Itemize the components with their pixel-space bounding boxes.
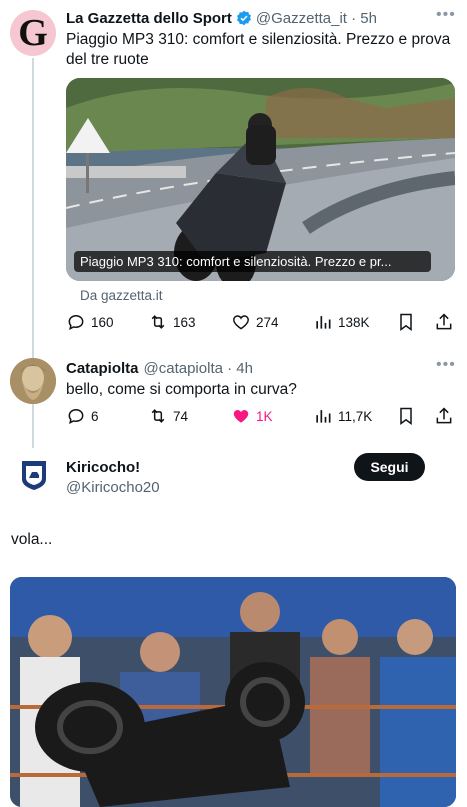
tweet-text: Piaggio MP3 310: comfort e silenziosità.… bbox=[66, 31, 451, 68]
catapiolta-avatar[interactable] bbox=[10, 358, 56, 404]
repost-button[interactable]: 163 bbox=[148, 310, 196, 334]
post-image bbox=[10, 577, 456, 807]
views-icon bbox=[316, 316, 331, 329]
repost-count: 163 bbox=[173, 314, 196, 330]
reply-count: 6 bbox=[91, 408, 99, 424]
repost-count: 74 bbox=[173, 408, 189, 424]
more-icon[interactable]: ••• bbox=[436, 6, 456, 24]
author-handle[interactable]: @Kiricocho20 bbox=[66, 479, 160, 496]
author-name[interactable]: Catapiolta bbox=[66, 360, 139, 377]
repost-icon bbox=[151, 409, 165, 423]
card-title: Piaggio MP3 310: comfort e silenziosità.… bbox=[74, 251, 431, 272]
views-count: 11,7K bbox=[338, 408, 373, 424]
reply-button[interactable]: 6 bbox=[66, 404, 99, 428]
bookmark-button[interactable] bbox=[396, 310, 416, 334]
gazzetta-avatar[interactable]: G bbox=[10, 10, 56, 56]
post-text: vola... bbox=[11, 531, 53, 548]
follow-button[interactable]: Segui bbox=[354, 453, 425, 481]
like-icon bbox=[233, 315, 249, 330]
repost-icon bbox=[151, 315, 165, 329]
views-icon bbox=[316, 410, 331, 423]
author-handle-time[interactable]: @catapiolta · 4h bbox=[144, 360, 253, 377]
tweet-text: bello, come si comporta in curva? bbox=[66, 381, 297, 398]
like-count: 1K bbox=[256, 408, 273, 424]
like-button[interactable]: 1K bbox=[231, 404, 273, 428]
author-name[interactable]: La Gazzetta dello Sport bbox=[66, 10, 232, 27]
like-button[interactable]: 274 bbox=[231, 310, 279, 334]
post-photo[interactable] bbox=[10, 577, 456, 807]
reply-icon bbox=[68, 314, 84, 331]
verified-badge-icon bbox=[236, 10, 252, 26]
reply-button[interactable]: 160 bbox=[66, 310, 114, 334]
share-icon bbox=[436, 313, 452, 330]
bookmark-icon bbox=[400, 313, 412, 331]
views-count: 138K bbox=[338, 314, 370, 330]
share-button[interactable] bbox=[434, 404, 454, 428]
author-handle-time[interactable]: @Gazzetta_it · 5h bbox=[256, 10, 377, 27]
views-button[interactable]: 11,7K bbox=[313, 404, 372, 428]
bookmark-button[interactable] bbox=[396, 404, 416, 428]
repost-button[interactable]: 74 bbox=[148, 404, 188, 428]
views-button[interactable]: 138K bbox=[313, 310, 370, 334]
reply-count: 160 bbox=[91, 314, 114, 330]
link-card[interactable]: Piaggio MP3 310: comfort e silenziosità.… bbox=[66, 78, 455, 281]
like-icon bbox=[233, 410, 249, 423]
author-name[interactable]: Kiricocho! bbox=[66, 459, 140, 476]
share-icon bbox=[436, 407, 452, 424]
card-source[interactable]: Da gazzetta.it bbox=[80, 288, 163, 303]
reply-icon bbox=[68, 408, 84, 425]
gazzetta-logo-letter: G bbox=[18, 12, 48, 54]
kiricocho-avatar[interactable] bbox=[18, 459, 50, 491]
more-icon[interactable]: ••• bbox=[436, 356, 456, 374]
like-count: 274 bbox=[256, 314, 279, 330]
share-button[interactable] bbox=[434, 310, 454, 334]
bookmark-icon bbox=[400, 407, 412, 425]
